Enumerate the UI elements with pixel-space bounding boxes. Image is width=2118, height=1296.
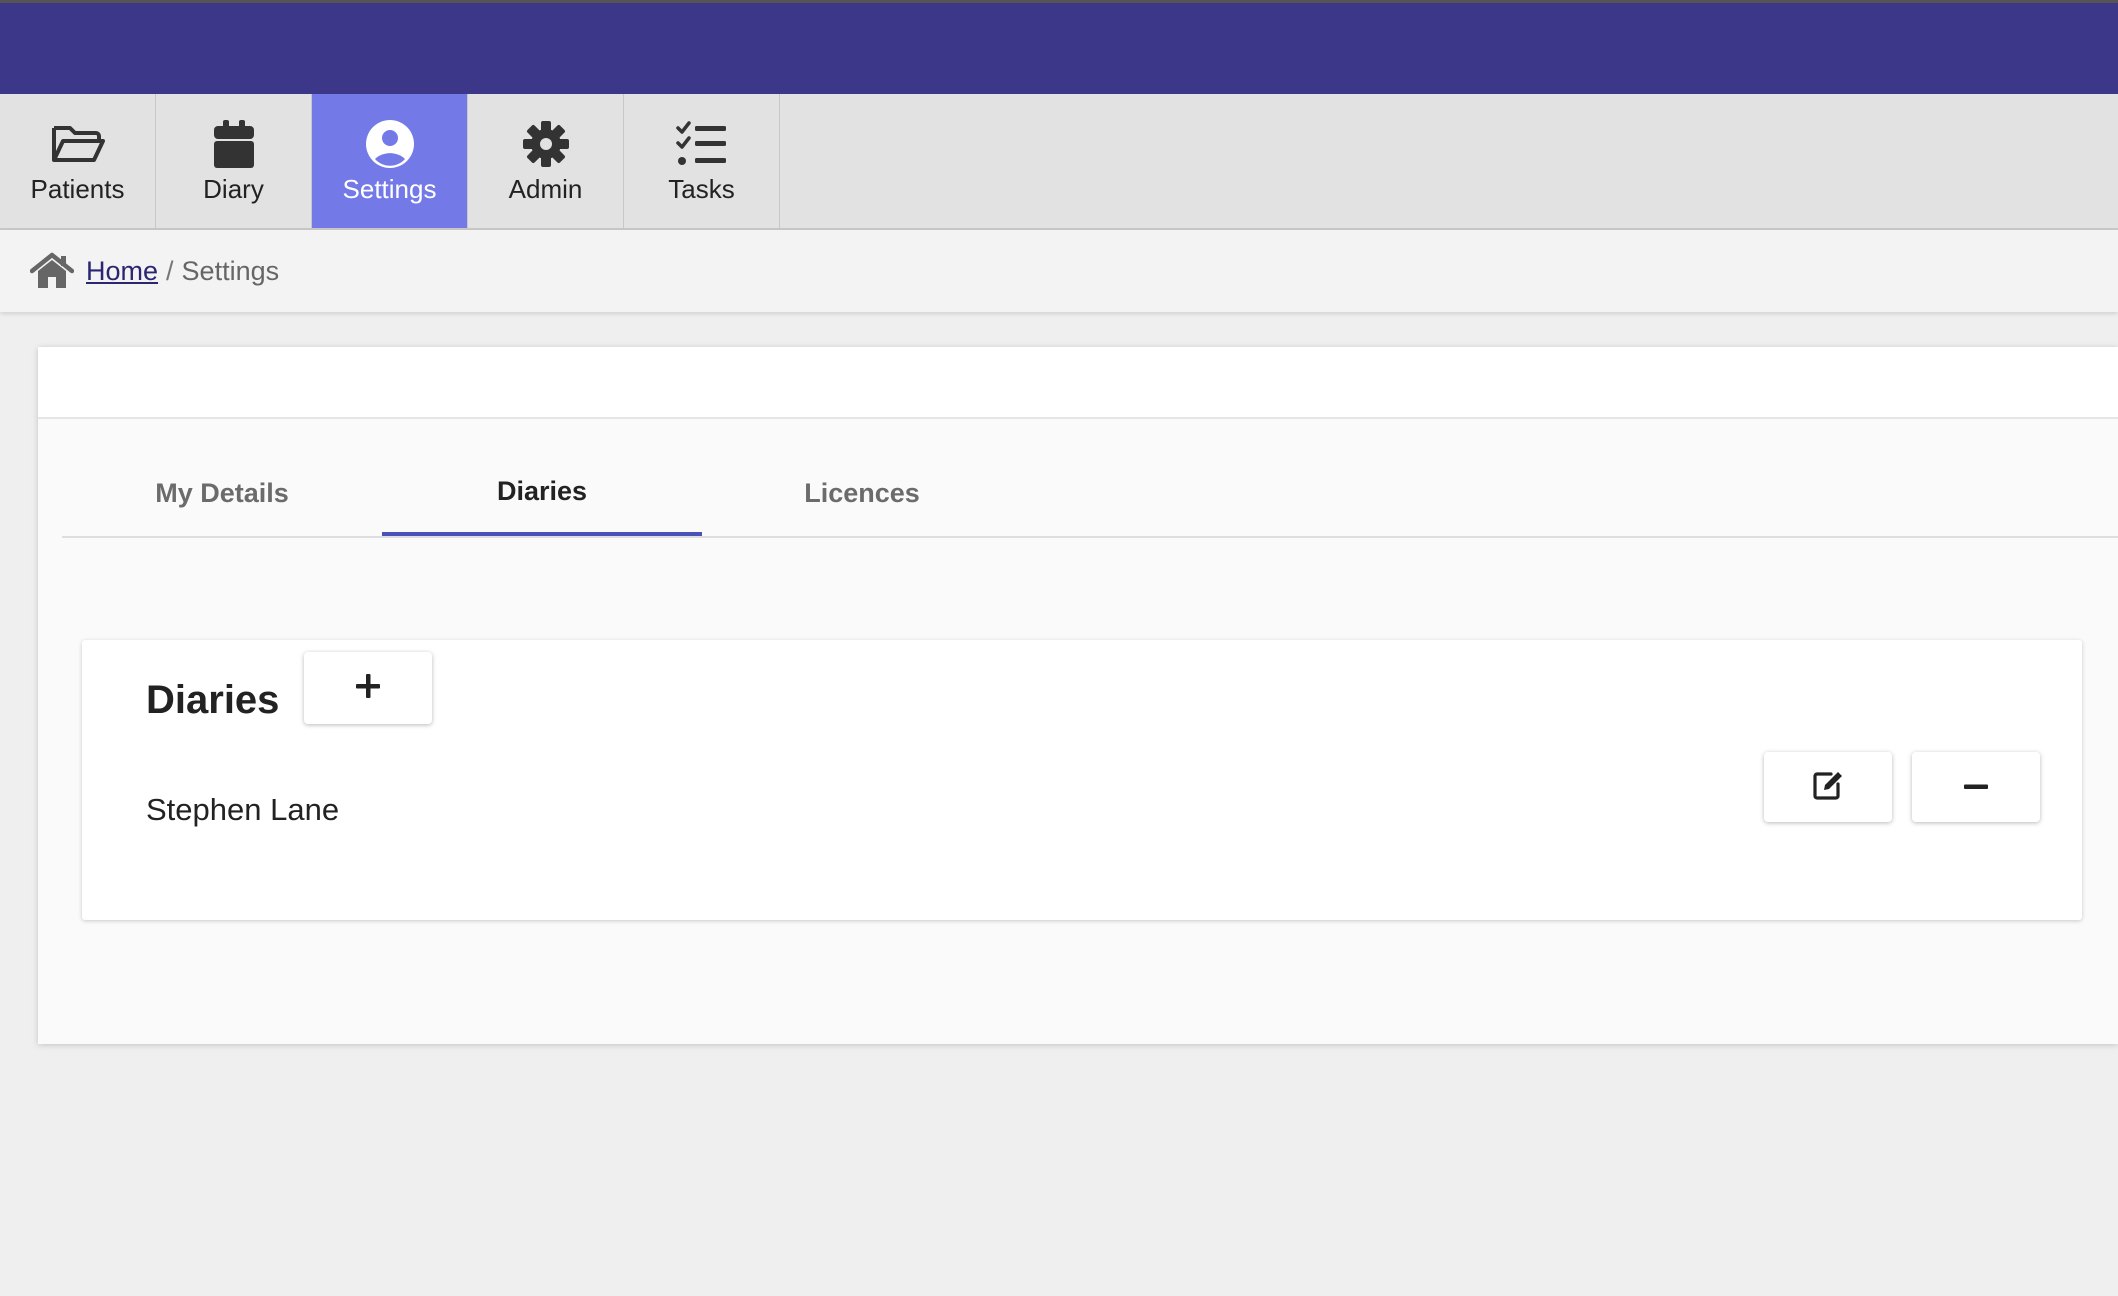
- minus-icon: [1963, 778, 1989, 796]
- breadcrumb-current: Settings: [181, 255, 280, 286]
- nav-label: Patients: [30, 174, 125, 204]
- edit-icon: [1812, 770, 1844, 805]
- diaries-title: Diaries: [146, 678, 280, 722]
- settings-tabs: My Details Diaries Licences: [62, 450, 2118, 538]
- nav-item-settings[interactable]: Settings: [312, 94, 468, 228]
- nav-item-patients[interactable]: Patients: [0, 94, 156, 228]
- app-top-bar: [0, 0, 2118, 94]
- main-nav: Patients Diary Settings Admin Tasks: [0, 94, 2118, 230]
- plus-icon: [355, 673, 381, 704]
- nav-item-tasks[interactable]: Tasks: [624, 94, 780, 228]
- folder-open-icon: [50, 116, 106, 172]
- nav-item-admin[interactable]: Admin: [468, 94, 624, 228]
- gear-icon: [522, 116, 570, 172]
- tab-licences[interactable]: Licences: [702, 450, 1022, 536]
- settings-card: My Details Diaries Licences Diaries Step…: [38, 347, 2118, 1044]
- nav-label: Settings: [342, 174, 437, 204]
- diary-item-name: Stephen Lane: [146, 792, 340, 827]
- nav-item-diary[interactable]: Diary: [156, 94, 312, 228]
- user-circle-icon: [365, 116, 415, 172]
- card-header: [38, 347, 2118, 419]
- nav-label: Admin: [508, 174, 583, 204]
- nav-label: Diary: [203, 174, 264, 204]
- edit-diary-button[interactable]: [1764, 752, 1892, 822]
- nav-label: Tasks: [668, 174, 735, 204]
- tab-my-details[interactable]: My Details: [62, 450, 382, 536]
- breadcrumb-separator: /: [166, 255, 174, 286]
- home-icon[interactable]: [30, 251, 74, 291]
- breadcrumb-home-link[interactable]: Home: [86, 256, 158, 287]
- diaries-panel: Diaries Stephen Lane: [82, 640, 2082, 920]
- breadcrumb: Home / Settings: [0, 230, 2118, 312]
- remove-diary-button[interactable]: [1912, 752, 2040, 822]
- calendar-icon: [212, 116, 256, 172]
- tab-diaries[interactable]: Diaries: [382, 450, 702, 536]
- add-diary-button[interactable]: [304, 652, 432, 724]
- task-list-icon: [675, 116, 728, 172]
